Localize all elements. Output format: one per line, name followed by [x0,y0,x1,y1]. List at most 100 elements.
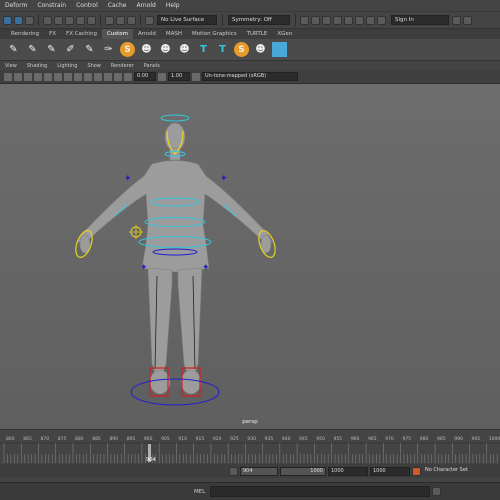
character-set-icon[interactable] [412,466,421,476]
marker-tool-icon[interactable]: ✐ [63,42,78,57]
render-view-icon[interactable] [344,15,353,25]
shadows-icon[interactable] [64,72,72,81]
symmetry-dropdown[interactable]: Symmetry: Off [228,15,290,25]
skull-icon[interactable]: ☻ [139,42,154,57]
menu-arnold[interactable]: Arnold [131,0,160,12]
playback-start-field[interactable]: 904 [240,466,278,476]
sign-in-button[interactable]: Sign In [391,15,449,25]
panel-menu-panels[interactable]: Panels [139,63,165,69]
snap-point-icon[interactable] [65,15,74,25]
gamma-icon[interactable] [158,72,166,81]
live-surface-icon[interactable] [145,15,154,25]
render-frame-icon[interactable] [300,15,309,25]
time-tick-label: 865 [23,436,32,442]
outputs-icon[interactable] [127,15,136,25]
ipr-render-icon[interactable] [311,15,320,25]
snap-grid-icon[interactable] [43,15,52,25]
select-hierarchy-icon[interactable] [3,15,12,25]
menu-control[interactable]: Control [71,0,103,12]
cube-icon[interactable] [272,42,287,57]
brush-tool-icon[interactable]: ✎ [6,42,21,57]
cyan-t-icon[interactable]: T [196,42,211,57]
marker-star-icon[interactable]: ✦ [140,263,148,273]
gamma-field[interactable]: 1.00 [168,72,190,81]
brush-tool-icon[interactable]: ✎ [25,42,40,57]
tab-fx-caching[interactable]: FX Caching [61,29,102,39]
snap-surface-icon[interactable] [87,15,96,25]
anti-aliasing-icon[interactable] [114,72,122,81]
wireframe-icon[interactable] [24,72,32,81]
tab-rendering[interactable]: Rendering [6,29,44,39]
isolate-select-icon[interactable] [94,72,102,81]
select-object-icon[interactable] [14,15,23,25]
animation-end-field-2[interactable]: 1000 [370,466,410,476]
inputs-icon[interactable] [116,15,125,25]
layout-icon[interactable] [452,15,461,25]
panel-menu-show[interactable]: Show [82,63,106,69]
toggle-panel-icon[interactable] [366,15,375,25]
select-component-icon[interactable] [25,15,34,25]
command-input[interactable] [210,486,431,497]
depth-of-field-icon[interactable] [124,72,132,81]
time-tick-label: 885 [92,436,101,442]
ambient-occlusion-icon[interactable] [104,72,112,81]
marker-star-icon[interactable]: ✦ [202,263,210,273]
mel-label[interactable]: MEL [190,489,209,495]
xray-icon[interactable] [74,72,82,81]
tab-xgen[interactable]: XGen [272,29,297,39]
tab-fx[interactable]: FX [44,29,61,39]
panel-menu-renderer[interactable]: Renderer [106,63,139,69]
snap-view-icon[interactable] [76,15,85,25]
brush-tool-icon[interactable]: ✎ [82,42,97,57]
skull-icon[interactable]: ☻ [158,42,173,57]
menu-cache[interactable]: Cache [103,0,132,12]
tab-arnold[interactable]: Arnold [133,29,161,39]
panel-menu-lighting[interactable]: Lighting [52,63,82,69]
snap-curve-icon[interactable] [54,15,63,25]
history-icon[interactable] [105,15,114,25]
playback-end-field[interactable]: 1000 [280,466,326,476]
toggle-panel-icon[interactable] [377,15,386,25]
marker-star-icon[interactable]: ✦ [124,174,132,184]
camera-attributes-icon[interactable] [4,72,12,81]
skull-icon[interactable]: ☻ [177,42,192,57]
time-tick-label: 860 [6,436,15,442]
layout-icon[interactable] [463,15,472,25]
panel-menu-view[interactable]: View [0,63,22,69]
cyan-t-icon[interactable]: T [215,42,230,57]
paint-weights-icon[interactable]: ✑ [101,42,116,57]
menu-help[interactable]: Help [161,0,185,12]
brush-tool-icon[interactable]: ✎ [44,42,59,57]
arnold-icon[interactable] [355,15,364,25]
skull-icon[interactable]: ☻ [253,42,268,57]
script-editor-icon[interactable] [432,487,442,496]
tab-mash[interactable]: MASH [161,29,187,39]
menu-deform[interactable]: Deform [0,0,32,12]
hypershade-icon[interactable] [333,15,342,25]
view-transform-dropdown[interactable]: Un-tone-mapped (sRGB) [202,72,298,81]
textured-icon[interactable] [44,72,52,81]
tab-custom[interactable]: Custom [101,29,134,39]
time-slider[interactable]: 860 865 870 875 880 885 890 895 900 905 910 915 920 9… [0,429,500,463]
orange-s-icon[interactable]: S [234,42,249,57]
time-tick-label: 985 [437,436,446,442]
grid-icon[interactable] [14,72,22,81]
menu-constrain[interactable]: Constrain [32,0,71,12]
exposure-field[interactable]: 0.00 [134,72,156,81]
color-management-icon[interactable] [192,72,200,81]
marker-star-icon[interactable]: ✦ [220,174,228,184]
tab-turtle[interactable]: TURTLE [242,29,273,39]
panel-menu-shading[interactable]: Shading [22,63,52,69]
tab-motion-graphics[interactable]: Motion Graphics [187,29,242,39]
xray-joints-icon[interactable] [84,72,92,81]
live-surface-field[interactable]: No Live Surface [157,15,217,25]
viewport-persp[interactable]: ✦ ✦ ✦ ✦ persp [0,84,500,429]
character-set-dropdown[interactable]: No Character Set [423,466,473,476]
lights-icon[interactable] [54,72,62,81]
range-handle-icon[interactable] [229,466,238,476]
animation-end-field[interactable]: 1000 [328,466,368,476]
smooth-shade-icon[interactable] [34,72,42,81]
time-slider-track[interactable]: 860 865 870 875 880 885 890 895 900 905 910 915 920 9… [0,429,500,463]
render-settings-icon[interactable] [322,15,331,25]
orange-s-icon[interactable]: S [120,42,135,57]
